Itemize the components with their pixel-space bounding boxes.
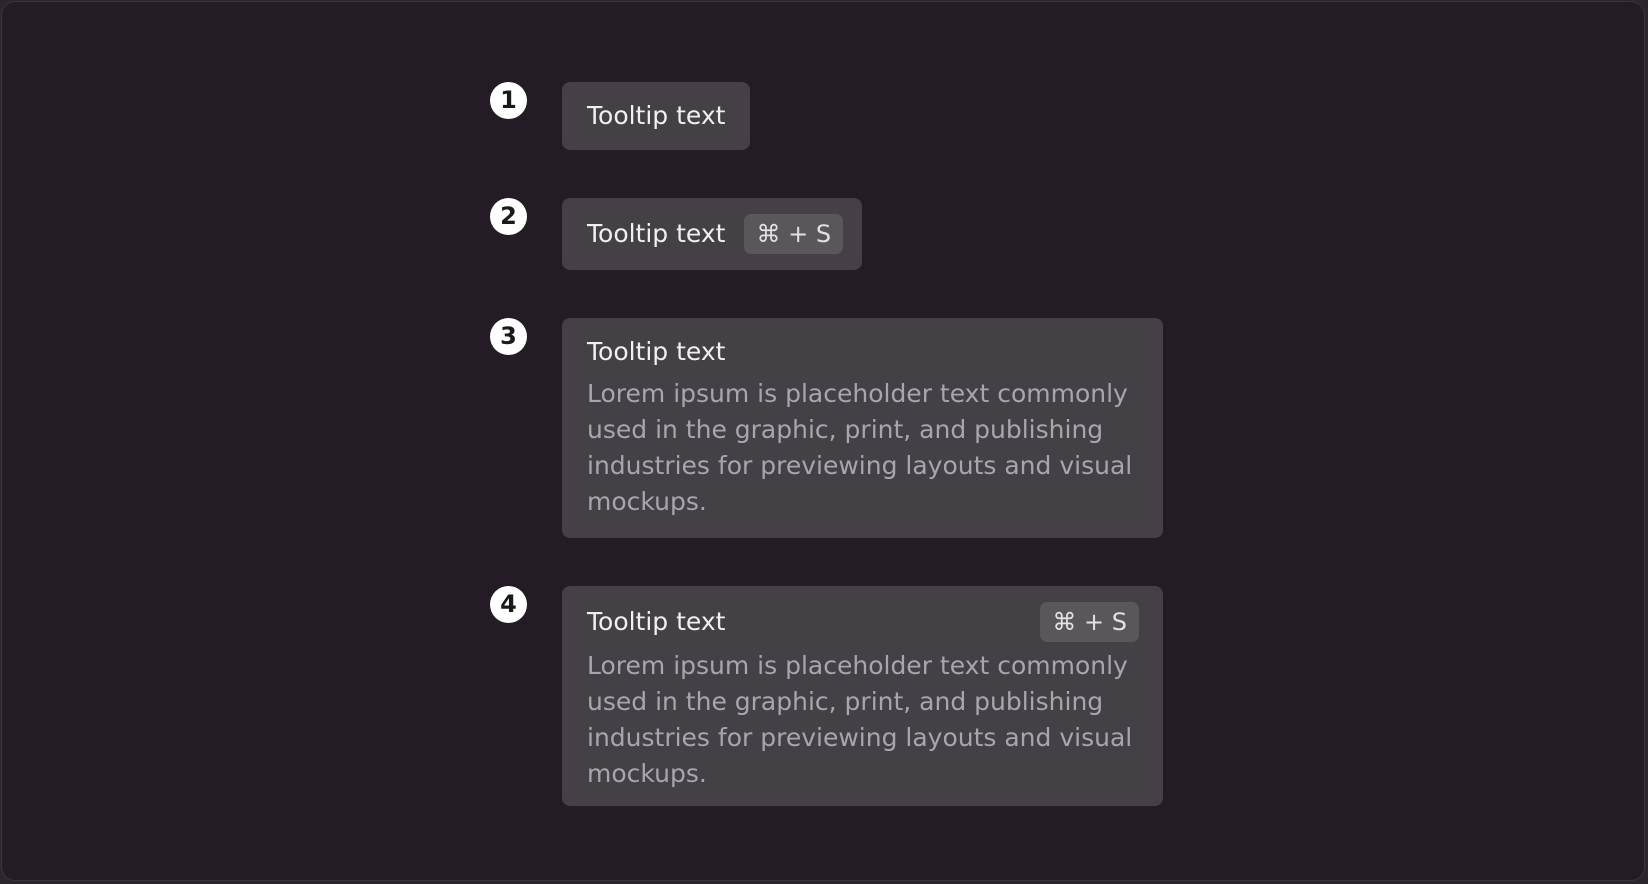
step-marker-3: 3 (490, 318, 527, 355)
tooltip-with-description: Tooltip text Lorem ipsum is placeholder … (562, 318, 1163, 538)
tooltip-with-shortcut: Tooltip text ⌘ + S (562, 198, 862, 270)
shortcut-badge: ⌘ + S (1040, 602, 1139, 642)
tooltip-description: Lorem ipsum is placeholder text commonly… (587, 379, 1133, 516)
tooltip-title: Tooltip text (587, 607, 726, 636)
step-marker-4: 4 (490, 586, 527, 623)
tooltip-header: Tooltip text ⌘ + S (587, 602, 1139, 642)
tooltip-with-description-and-shortcut: Tooltip text ⌘ + S Lorem ipsum is placeh… (562, 586, 1163, 806)
tooltip-title: Tooltip text (587, 337, 726, 366)
step-marker-2: 2 (490, 198, 527, 235)
canvas-frame: 1 Tooltip text 2 Tooltip text ⌘ + S 3 To… (1, 1, 1645, 881)
tooltip-title: Tooltip text (587, 101, 726, 130)
tooltip-description: Lorem ipsum is placeholder text commonly… (587, 651, 1133, 788)
shortcut-badge: ⌘ + S (744, 214, 844, 254)
tooltip-title: Tooltip text (587, 219, 726, 248)
step-marker-1: 1 (490, 82, 527, 119)
tooltip-simple: Tooltip text (562, 82, 750, 150)
